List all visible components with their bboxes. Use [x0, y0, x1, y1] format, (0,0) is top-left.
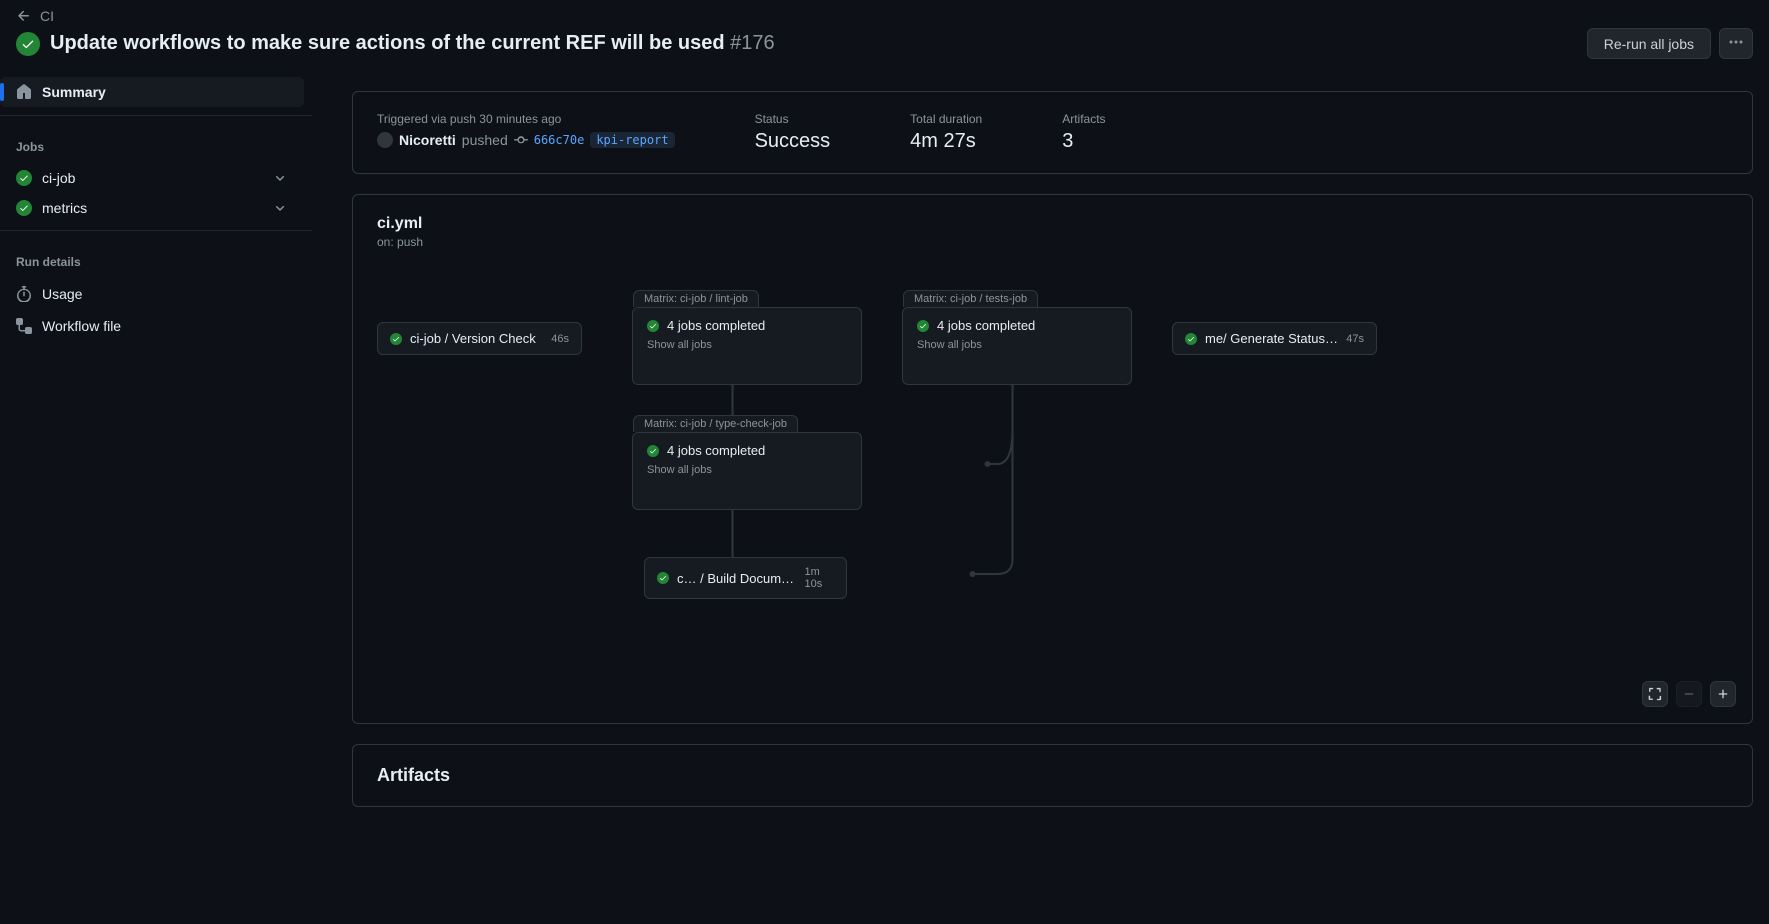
status-success-icon	[1185, 333, 1197, 345]
artifacts-card: Artifacts	[352, 744, 1753, 807]
fullscreen-button[interactable]	[1642, 681, 1668, 707]
sidebar-item-workflow-file[interactable]: Workflow file	[0, 311, 304, 341]
status-success-icon	[16, 32, 40, 56]
show-all-jobs-link[interactable]: Show all jobs	[647, 339, 847, 351]
page-title: Update workflows to make sure actions of…	[50, 32, 775, 55]
node-name: me/ Generate Status Report	[1205, 331, 1338, 346]
zoom-out-button[interactable]	[1676, 681, 1702, 707]
status-success-icon	[16, 170, 32, 186]
duration-value[interactable]: 4m 27s	[910, 130, 982, 153]
status-label: Status	[755, 112, 831, 126]
matrix-completed: 4 jobs completed	[667, 443, 765, 458]
artifacts-value[interactable]: 3	[1062, 130, 1105, 153]
stopwatch-icon	[16, 286, 32, 302]
workflow-icon	[16, 318, 32, 334]
chevron-down-icon	[272, 200, 288, 216]
duration-label: Total duration	[910, 112, 982, 126]
more-options-button[interactable]	[1719, 28, 1753, 59]
matrix-label: Matrix: ci-job / type-check-job	[633, 415, 798, 432]
node-lint-matrix[interactable]: Matrix: ci-job / lint-job 4 jobs complet…	[632, 307, 862, 385]
status-success-icon	[657, 572, 669, 584]
workflow-name: ci.yml	[377, 215, 1728, 233]
status-success-icon	[390, 333, 402, 345]
rerun-all-jobs-button[interactable]: Re-run all jobs	[1587, 28, 1711, 59]
back-arrow-icon	[16, 8, 32, 24]
run-number: #176	[730, 32, 775, 54]
avatar[interactable]	[377, 132, 393, 148]
run-details-label: Run details	[0, 239, 312, 277]
status-value: Success	[755, 130, 831, 153]
branch-badge[interactable]: kpi-report	[590, 132, 674, 148]
sidebar-item-usage[interactable]: Usage	[0, 279, 304, 309]
home-icon	[16, 84, 32, 100]
divider	[0, 115, 312, 116]
chevron-down-icon	[272, 170, 288, 186]
matrix-label: Matrix: ci-job / lint-job	[633, 290, 759, 307]
node-tests-matrix[interactable]: Matrix: ci-job / tests-job 4 jobs comple…	[902, 307, 1132, 385]
actor-name[interactable]: Nicoretti	[399, 132, 456, 148]
action-text: pushed	[462, 132, 508, 148]
status-success-icon	[917, 320, 929, 332]
status-success-icon	[647, 445, 659, 457]
breadcrumb-label: CI	[40, 8, 54, 24]
node-time: 47s	[1346, 333, 1364, 345]
node-name: ci-job / Version Check	[410, 331, 536, 346]
node-status-report[interactable]: me/ Generate Status Report 47s	[1172, 322, 1377, 355]
job-name: ci-job	[42, 170, 75, 186]
divider	[0, 230, 312, 231]
sidebar-item-label: Workflow file	[42, 318, 121, 334]
triggered-text: Triggered via push 30 minutes ago	[377, 112, 675, 126]
sidebar-item-label: Summary	[42, 84, 106, 100]
sidebar-item-label: Usage	[42, 286, 82, 302]
workflow-trigger: on: push	[377, 235, 1728, 249]
sidebar-job-ci-job[interactable]: ci-job	[0, 164, 304, 192]
workflow-graph-card: ci.yml on: push	[352, 194, 1753, 724]
node-time: 46s	[551, 333, 569, 345]
commit-sha[interactable]: 666c70e	[534, 133, 585, 147]
artifacts-title: Artifacts	[377, 765, 1728, 786]
kebab-icon	[1728, 34, 1744, 50]
status-success-icon	[16, 200, 32, 216]
matrix-completed: 4 jobs completed	[667, 318, 765, 333]
commit-icon	[514, 133, 528, 147]
matrix-label: Matrix: ci-job / tests-job	[903, 290, 1038, 307]
plus-icon	[1716, 687, 1730, 701]
matrix-completed: 4 jobs completed	[937, 318, 1035, 333]
status-success-icon	[647, 320, 659, 332]
show-all-jobs-link[interactable]: Show all jobs	[647, 464, 847, 476]
node-type-check-matrix[interactable]: Matrix: ci-job / type-check-job 4 jobs c…	[632, 432, 862, 510]
fullscreen-icon	[1648, 687, 1662, 701]
minus-icon	[1682, 687, 1696, 701]
show-all-jobs-link[interactable]: Show all jobs	[917, 339, 1117, 351]
zoom-in-button[interactable]	[1710, 681, 1736, 707]
node-name: c… / Build Documentat…	[677, 571, 796, 586]
node-version-check[interactable]: ci-job / Version Check 46s	[377, 322, 582, 355]
summary-card: Triggered via push 30 minutes ago Nicore…	[352, 91, 1753, 174]
node-time: 1m 10s	[804, 566, 834, 590]
jobs-section-label: Jobs	[0, 124, 312, 162]
breadcrumb[interactable]: CI	[16, 8, 1753, 24]
node-build-docs[interactable]: c… / Build Documentat… 1m 10s	[644, 557, 847, 599]
artifacts-label: Artifacts	[1062, 112, 1105, 126]
sidebar-job-metrics[interactable]: metrics	[0, 194, 304, 222]
graph-canvas[interactable]: ci-job / Version Check 46s Matrix: ci-jo…	[377, 269, 1728, 669]
job-name: metrics	[42, 200, 87, 216]
sidebar-item-summary[interactable]: Summary	[0, 77, 304, 107]
